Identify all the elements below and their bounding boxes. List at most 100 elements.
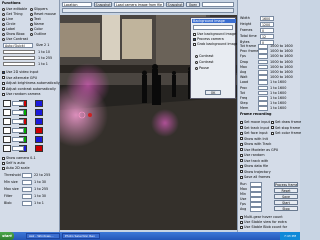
color-swatch[interactable] xyxy=(3,145,11,152)
option-0[interactable]: Use editable xyxy=(2,7,27,11)
stat-input[interactable] xyxy=(258,70,268,75)
right-button[interactable]: Start xyxy=(274,200,298,205)
field-input[interactable] xyxy=(250,182,262,187)
checkbox[interactable] xyxy=(193,32,196,36)
option-1[interactable]: Get Thing xyxy=(2,12,23,16)
popup-check-2[interactable]: Grab background image xyxy=(193,42,237,46)
right-value[interactable]: 1600 xyxy=(260,16,274,21)
radio-button[interactable] xyxy=(2,7,5,11)
color-swatch[interactable] xyxy=(35,100,43,107)
checkbox[interactable] xyxy=(240,164,243,168)
radio-button[interactable] xyxy=(2,12,5,16)
right-check-7[interactable]: Use track with xyxy=(240,159,268,163)
checkbox[interactable] xyxy=(2,92,5,96)
right-value[interactable]: 0 xyxy=(260,28,274,33)
value-slider[interactable] xyxy=(3,62,35,66)
right-value[interactable]: 1200 xyxy=(260,22,274,27)
field-input[interactable] xyxy=(250,187,262,192)
option2-2[interactable]: Text xyxy=(30,17,41,21)
color-swatch[interactable] xyxy=(3,100,11,107)
snapshot2-button[interactable]: Snapshot xyxy=(166,2,184,7)
right-check-0[interactable]: Set move input xyxy=(240,120,270,124)
stat-input[interactable] xyxy=(258,64,268,70)
left-check-0[interactable]: Use 2D video input xyxy=(2,70,38,74)
checkbox[interactable] xyxy=(240,175,243,179)
value-slider[interactable] xyxy=(3,50,35,54)
color-swatch[interactable] xyxy=(3,118,11,125)
option-2[interactable]: Line xyxy=(2,17,13,21)
right-check-10[interactable]: Save all frames xyxy=(240,175,270,179)
checkbox[interactable] xyxy=(2,87,5,90)
stat-input[interactable] xyxy=(258,44,268,49)
color-swatch[interactable] xyxy=(35,118,43,125)
start-button[interactable]: start xyxy=(0,232,14,240)
radio-button[interactable] xyxy=(30,12,33,16)
right-button[interactable]: Stop xyxy=(274,206,298,211)
checkbox[interactable] xyxy=(271,126,274,129)
color-value-field[interactable] xyxy=(12,128,24,133)
popup-radio-0[interactable]: Contrast xyxy=(195,54,214,58)
file-field[interactable]: Load camera image from file xyxy=(114,2,164,7)
checkbox[interactable] xyxy=(240,220,243,224)
radio-button[interactable] xyxy=(2,27,5,31)
popup-ok-button[interactable]: OK xyxy=(205,90,221,95)
mode-dropdown[interactable]: Auto (Quick) xyxy=(3,43,33,48)
popup-check-1[interactable]: Process camera xyxy=(193,37,224,41)
field-input[interactable] xyxy=(22,187,32,192)
open-button[interactable]: Open xyxy=(186,2,200,7)
stat-input[interactable] xyxy=(258,106,268,111)
color-swatch[interactable] xyxy=(3,136,11,143)
color-swatch[interactable] xyxy=(35,145,43,152)
stat-input[interactable] xyxy=(258,101,268,106)
radio-button[interactable] xyxy=(30,22,33,26)
color-swatch[interactable] xyxy=(35,109,43,116)
snapshot-button[interactable]: Snapshot xyxy=(94,2,112,7)
checkbox[interactable] xyxy=(240,131,243,135)
checkbox[interactable] xyxy=(240,120,243,124)
checkbox[interactable] xyxy=(2,70,5,74)
option-3[interactable]: Circle xyxy=(2,22,16,26)
checkbox[interactable] xyxy=(240,159,243,162)
checkbox[interactable] xyxy=(271,120,274,124)
extra-field[interactable] xyxy=(202,2,234,7)
checkbox[interactable] xyxy=(193,37,196,41)
option-6[interactable]: Use Contrast xyxy=(2,37,28,41)
color-value-field[interactable] xyxy=(12,101,24,106)
extra-field-2[interactable] xyxy=(62,8,234,13)
right-check-9[interactable]: Show trajectory xyxy=(240,170,271,174)
taskbar-item[interactable]: Photo Selection Rev xyxy=(62,233,100,239)
radio-button[interactable] xyxy=(195,60,198,64)
radio-button[interactable] xyxy=(2,22,5,26)
stat-input[interactable] xyxy=(258,75,268,80)
value-slider[interactable] xyxy=(3,56,35,60)
field-input[interactable] xyxy=(22,173,32,178)
checkbox[interactable] xyxy=(240,225,243,229)
color-value-field[interactable] xyxy=(12,137,24,142)
radio-button[interactable] xyxy=(2,32,5,36)
option2-0[interactable]: Slippers xyxy=(30,7,48,11)
color-value-field[interactable] xyxy=(12,146,24,151)
rbottom-check-2[interactable]: Use Stable Blob count for xyxy=(240,225,287,229)
radio-button[interactable] xyxy=(195,54,198,58)
left-check-4[interactable]: Use random camera xyxy=(2,92,40,96)
radio-button[interactable] xyxy=(30,27,33,31)
checkbox[interactable] xyxy=(2,166,5,170)
stat-input[interactable] xyxy=(258,49,268,54)
bottom-check-0[interactable]: Show camera 0-1 xyxy=(2,156,36,160)
right-check-6[interactable]: Use random xyxy=(240,153,265,157)
right-value[interactable]: 12 xyxy=(260,34,274,39)
left-check-1[interactable]: Use alternate GPU xyxy=(2,76,37,80)
right-check-b-2[interactable]: Set color frame xyxy=(271,131,301,135)
popup-radio-2[interactable]: Pause xyxy=(195,66,209,70)
taskbar-item[interactable]: Ask - Windows... xyxy=(26,233,60,239)
radio-button[interactable] xyxy=(30,32,33,36)
popup-check-0[interactable]: Use background image xyxy=(193,32,236,36)
radio-button[interactable] xyxy=(30,17,33,21)
right-button[interactable]: Process frames xyxy=(274,182,298,187)
option-4[interactable]: Label xyxy=(2,27,15,31)
checkbox[interactable] xyxy=(240,142,243,146)
field-input[interactable] xyxy=(250,197,262,202)
checkbox[interactable] xyxy=(2,161,5,165)
option2-4[interactable]: Color xyxy=(30,27,43,31)
popup-radio-1[interactable]: Contrast xyxy=(195,60,214,64)
